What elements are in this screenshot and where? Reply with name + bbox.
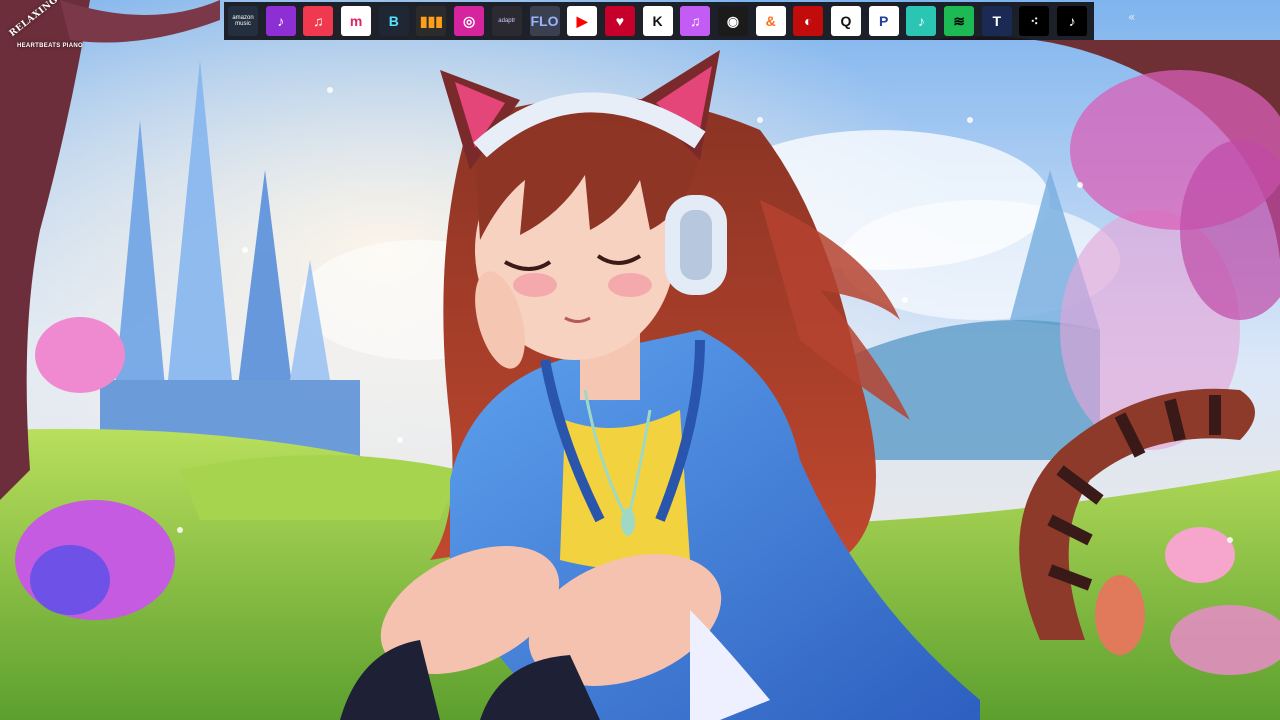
apple-music-icon[interactable]: ♫ (303, 6, 334, 36)
youtube-music-label: ▶ (576, 13, 588, 29)
tidal-alt-label: T (992, 13, 1002, 29)
streaming-services-toolbar: amazon music ♪ ♫ m B ▮▮▮ ◎ adaptr FLO ▶ ♥ K ♫ ◉ & ◐ Q P ♪ ≋… (224, 2, 1094, 40)
adaptr-label: adaptr (498, 18, 516, 24)
netease-icon[interactable]: ◐ (793, 6, 824, 36)
amazon-music-icon[interactable]: amazon music (228, 6, 258, 36)
deezer-icon[interactable]: ▮▮▮ (416, 6, 447, 36)
amazon-music-label: amazon music (232, 15, 254, 27)
melon-m-label: m (349, 13, 363, 29)
youtube-music-icon[interactable]: ▶ (567, 6, 598, 36)
more-icon[interactable]: « (1128, 10, 1135, 24)
pandora-like-label: ♪ (277, 13, 285, 29)
tidal-icon[interactable]: ⁖ (1019, 6, 1050, 36)
melon-m-icon[interactable]: m (341, 6, 372, 36)
jiosaavn-label: ♪ (917, 13, 925, 29)
netease-label: ◐ (804, 13, 813, 29)
anghami-icon[interactable]: & (755, 6, 786, 36)
anghami-label: & (765, 13, 776, 29)
pandora-label: P (879, 13, 889, 29)
tidal-alt-icon[interactable]: T (981, 6, 1012, 36)
tiktok-icon[interactable]: ♪ (1057, 6, 1088, 36)
flo-label: FLO (530, 13, 559, 29)
pandora-like-icon[interactable]: ♪ (265, 6, 296, 36)
apple-music-label: ♫ (313, 13, 324, 29)
qobuz-icon[interactable]: Q (831, 6, 861, 36)
spotify-icon[interactable]: ≋ (944, 6, 975, 36)
itunes-label: ♫ (690, 13, 701, 29)
itunes-icon[interactable]: ♫ (680, 6, 711, 36)
iheartradio-label: ♥ (615, 13, 625, 29)
kkbox-label: K (652, 13, 663, 29)
flo-icon[interactable]: FLO (529, 6, 560, 36)
beatport-label: B (388, 13, 399, 29)
kkbox-icon[interactable]: K (642, 6, 673, 36)
adaptr-icon[interactable]: adaptr (491, 6, 522, 36)
napster-icon[interactable]: ◉ (717, 6, 748, 36)
logo-line-2: HEARTBEATS PIANO (16, 43, 84, 49)
jiosaavn-icon[interactable]: ♪ (906, 6, 937, 36)
iheartradio-icon[interactable]: ♥ (604, 6, 635, 36)
tidal-label: ⁖ (1030, 13, 1039, 29)
beatport-icon[interactable]: B (378, 6, 409, 36)
instagram-icon[interactable]: ◎ (454, 6, 485, 36)
napster-label: ◉ (726, 13, 740, 29)
channel-logo: RELAXING HEARTBEATS PIANO (4, 0, 100, 60)
qobuz-label: Q (840, 13, 852, 29)
pandora-icon[interactable]: P (868, 6, 899, 36)
spotify-label: ≋ (953, 13, 965, 29)
deezer-label: ▮▮▮ (419, 13, 443, 29)
tiktok-label: ♪ (1068, 13, 1076, 29)
background-illustration (0, 0, 1280, 720)
instagram-label: ◎ (463, 13, 476, 29)
